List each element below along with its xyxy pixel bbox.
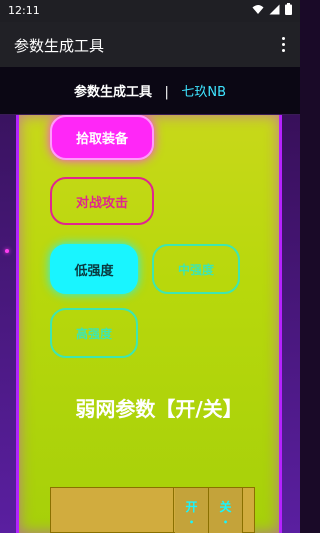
app-title: 参数生成工具 bbox=[14, 37, 105, 55]
dot-icon: • bbox=[222, 518, 229, 527]
table-cell bbox=[51, 488, 174, 533]
left-rail bbox=[0, 115, 16, 533]
overflow-menu-button[interactable] bbox=[272, 33, 294, 55]
dot-icon bbox=[281, 36, 285, 40]
weak-network-open-button[interactable]: 开 • bbox=[175, 488, 209, 533]
low-intensity-button[interactable]: 低强度 bbox=[50, 244, 138, 294]
close-label: 关 bbox=[219, 500, 232, 514]
header-banner: 参数生成工具 | 七玖NB bbox=[0, 67, 300, 115]
dot-icon: • bbox=[188, 518, 195, 527]
dot-icon bbox=[281, 48, 285, 52]
status-bar: 12:11 bbox=[0, 0, 300, 22]
header-title: 参数生成工具 bbox=[73, 85, 152, 100]
header-separator: | bbox=[164, 85, 169, 100]
mid-intensity-button[interactable]: 中强度 bbox=[152, 244, 240, 294]
dot-icon bbox=[281, 42, 285, 46]
status-time: 12:11 bbox=[8, 4, 40, 17]
wifi-icon bbox=[252, 4, 264, 14]
open-label: 开 bbox=[185, 500, 198, 514]
weak-network-close-button[interactable]: 关 • bbox=[209, 488, 243, 533]
status-icons bbox=[252, 3, 292, 15]
signal-icon bbox=[269, 4, 280, 14]
header-text: 参数生成工具 | 七玖NB bbox=[0, 81, 300, 100]
pick-equipment-button[interactable]: 拾取装备 bbox=[50, 115, 154, 160]
app-bar: 参数生成工具 bbox=[0, 22, 300, 67]
main-content: 拾取装备 对战攻击 低强度 中强度 高强度 弱网参数【开/关】 开 • 关 • bbox=[16, 115, 282, 533]
header-author: 七玖NB bbox=[181, 85, 227, 100]
glow-dot-icon bbox=[5, 249, 9, 253]
weak-network-title: 弱网参数【开/关】 bbox=[75, 397, 243, 421]
high-intensity-button[interactable]: 高强度 bbox=[50, 308, 138, 358]
right-rail bbox=[282, 115, 300, 533]
battery-icon bbox=[285, 3, 292, 15]
battle-attack-button[interactable]: 对战攻击 bbox=[50, 177, 154, 225]
weak-network-table: 开 • 关 • bbox=[50, 487, 255, 533]
